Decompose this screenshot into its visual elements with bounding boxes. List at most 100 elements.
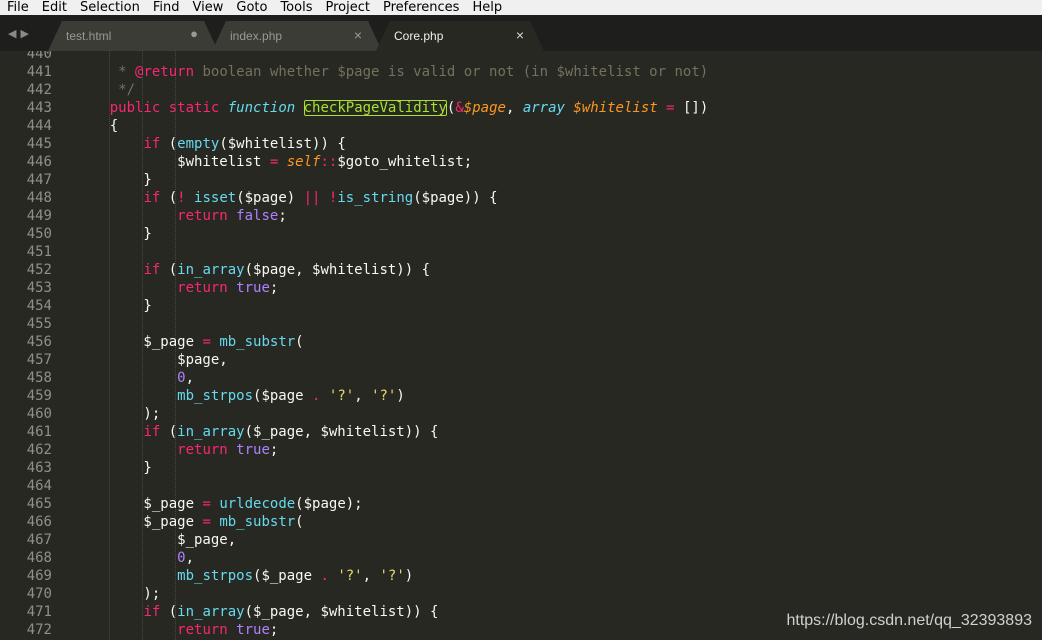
code-token: ); xyxy=(76,406,161,422)
code-token: ( xyxy=(160,136,178,152)
code-line[interactable]: if (in_array($page, $whitelist)) { xyxy=(76,261,1042,279)
code-token: ( xyxy=(295,514,304,530)
line-number: 449 xyxy=(26,208,52,224)
code-line[interactable]: return true; xyxy=(76,441,1042,459)
code-token: if xyxy=(143,262,161,278)
code-line[interactable] xyxy=(76,51,1042,63)
highlighted-function-name: checkPageValidity xyxy=(303,100,447,116)
line-number: 453 xyxy=(26,280,52,296)
code-line[interactable] xyxy=(76,477,1042,495)
code-line[interactable]: return true; xyxy=(76,279,1042,297)
menu-find[interactable]: Find xyxy=(146,0,186,15)
code-token: , xyxy=(354,388,372,404)
code-token: return xyxy=(177,280,228,296)
code-line[interactable]: } xyxy=(76,171,1042,189)
line-number: 450 xyxy=(26,226,52,242)
code-token: true xyxy=(236,622,270,638)
menu-file[interactable]: File xyxy=(0,0,35,15)
code-line[interactable]: $_page = urldecode($page); xyxy=(76,495,1042,513)
code-token: 0 xyxy=(177,370,186,386)
code-token: mb_strpos xyxy=(177,568,254,584)
close-icon[interactable]: × xyxy=(354,27,362,43)
code-line[interactable]: $_page = mb_substr( xyxy=(76,333,1042,351)
code-line[interactable]: } xyxy=(76,459,1042,477)
code-line[interactable]: $whitelist = self::$goto_whitelist; xyxy=(76,153,1042,171)
code-line[interactable]: $_page = mb_substr( xyxy=(76,513,1042,531)
code-line[interactable]: * @return boolean whether $page is valid… xyxy=(76,63,1042,81)
code-token: , xyxy=(362,568,380,584)
tab-left-arrow-icon[interactable]: ◀ xyxy=(8,27,16,40)
code-token: ($page) xyxy=(236,190,304,206)
code-token: ( xyxy=(295,334,304,350)
menu-goto[interactable]: Goto xyxy=(229,0,273,15)
menu-project[interactable]: Project xyxy=(318,0,375,15)
menu-selection[interactable]: Selection xyxy=(73,0,146,15)
code-line[interactable]: if (empty($whitelist)) { xyxy=(76,135,1042,153)
code-line[interactable]: { xyxy=(76,117,1042,135)
code-token: ($_page xyxy=(253,568,321,584)
code-token: . xyxy=(320,568,329,584)
code-line[interactable]: public static function checkPageValidity… xyxy=(76,99,1042,117)
code-line[interactable]: } xyxy=(76,225,1042,243)
code-line[interactable]: ); xyxy=(76,405,1042,423)
code-line[interactable]: $page, xyxy=(76,351,1042,369)
code-token: $whitelist xyxy=(573,100,658,116)
code-token: & xyxy=(455,100,464,116)
close-icon[interactable]: × xyxy=(516,27,524,43)
code-token: in_array xyxy=(177,604,245,620)
line-number: 443 xyxy=(26,100,52,116)
tab-core-php[interactable]: Core.php × xyxy=(376,21,544,51)
code-line[interactable]: if (in_array($_page, $whitelist)) { xyxy=(76,423,1042,441)
code-token: } xyxy=(76,298,152,314)
line-number: 465 xyxy=(26,496,52,512)
code-token: ; xyxy=(269,622,279,638)
tab-nav-arrows[interactable]: ◀ ▶ xyxy=(8,25,38,41)
code-token: || xyxy=(303,190,321,206)
tab-right-arrow-icon[interactable]: ▶ xyxy=(20,27,28,40)
code-line[interactable]: } xyxy=(76,297,1042,315)
code-token: = xyxy=(666,100,675,116)
menu-view[interactable]: View xyxy=(186,0,230,15)
line-number: 460 xyxy=(26,406,52,422)
code-line[interactable]: 0, xyxy=(76,549,1042,567)
menu-edit[interactable]: Edit xyxy=(35,0,73,15)
code-token: boolean whether $page is valid or not (i… xyxy=(194,64,709,80)
line-number: 461 xyxy=(26,424,52,440)
menu-preferences[interactable]: Preferences xyxy=(376,0,465,15)
code-token: if xyxy=(143,604,161,620)
line-number: 454 xyxy=(26,298,52,314)
code-token: $_page xyxy=(76,334,203,350)
code-token: } xyxy=(76,226,152,242)
code-area[interactable]: * @return boolean whether $page is valid… xyxy=(76,51,1042,640)
menu-help[interactable]: Help xyxy=(465,0,508,15)
code-editor[interactable]: 440 441 442 443 444 445 446 447 448 449 450 451 452 4… xyxy=(0,51,1042,640)
tab-index-php[interactable]: index.php × xyxy=(212,21,382,51)
code-token: = xyxy=(202,514,211,530)
code-line[interactable]: $_page, xyxy=(76,531,1042,549)
code-token: isset xyxy=(194,190,237,206)
code-line[interactable]: return false; xyxy=(76,207,1042,225)
unsaved-dot-icon[interactable]: ● xyxy=(190,26,198,41)
code-token: ); xyxy=(76,586,161,602)
menu-tools[interactable]: Tools xyxy=(273,0,318,15)
code-line[interactable] xyxy=(76,315,1042,333)
code-line[interactable]: 0, xyxy=(76,369,1042,387)
code-token: true xyxy=(236,280,270,296)
code-token: $_page xyxy=(76,496,203,512)
code-token: @return xyxy=(135,64,195,80)
code-line[interactable]: ); xyxy=(76,585,1042,603)
code-line[interactable]: mb_strpos($page . '?', '?') xyxy=(76,387,1042,405)
tab-test-html[interactable]: test.html ● xyxy=(48,21,218,51)
code-token: return xyxy=(177,622,228,638)
code-line[interactable]: if (! isset($page) || !is_string($page))… xyxy=(76,189,1042,207)
code-token: in_array xyxy=(177,262,245,278)
code-line[interactable] xyxy=(76,243,1042,261)
code-line[interactable]: mb_strpos($_page . '?', '?') xyxy=(76,567,1042,585)
code-line[interactable]: */ xyxy=(76,81,1042,99)
